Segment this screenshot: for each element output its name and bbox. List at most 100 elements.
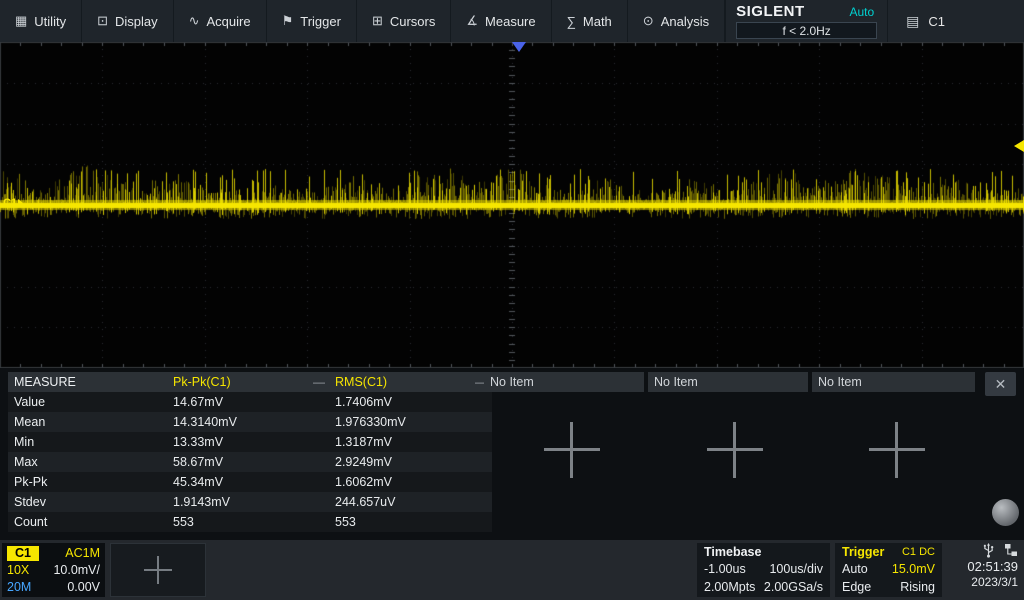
measure-col-rms[interactable]: RMS(C1) — [330,372,492,392]
menu-math[interactable]: ∑ Math [552,0,628,42]
channel-bandwidth: 20M [7,580,31,594]
cursors-icon: ⊞ [372,13,383,29]
active-channel-label: C1 [928,14,945,29]
channel-marker-label: C1 [3,197,17,209]
measure-col-pkpk-label: Pk-Pk(C1) [173,372,231,392]
row-value: 45.34mV [168,472,330,492]
timebase-title: Timebase [704,545,823,559]
menu-measure-label: Measure [485,14,536,29]
measure-row-min: Min 13.33mV 1.3187mV [8,432,492,452]
trigger-title: Trigger [842,545,884,559]
channel-coupling: AC1M [65,546,100,560]
collapse-icon[interactable]: — [313,372,325,392]
bottom-status-bar: C1 AC1M 10X 10.0mV/ 20M 0.00V Timebase -… [0,540,1024,600]
menu-utility[interactable]: ▦ Utility [0,0,82,42]
channel-probe: 10X [7,563,29,577]
channel-marker[interactable]: C1 [3,197,23,209]
active-channel-area[interactable]: ▤ C1 [888,0,1024,42]
measure-slot-empty-3[interactable]: No Item [812,372,975,392]
math-icon: ∑ [567,14,576,29]
menu-cursors[interactable]: ⊞ Cursors [357,0,451,42]
measure-col-pkpk[interactable]: Pk-Pk(C1) — [168,372,330,392]
menu-measure[interactable]: ∡ Measure [451,0,551,42]
add-measurement-button-2[interactable] [707,422,763,478]
menu-trigger-label: Trigger [300,14,341,29]
row-label: Stdev [8,492,168,512]
trigger-source: C1 DC [902,546,935,558]
menu-acquire[interactable]: ∿ Acquire [174,0,267,42]
measure-slot-empty-2[interactable]: No Item [648,372,808,392]
menu-analysis-label: Analysis [661,14,709,29]
close-measure-button[interactable]: ✕ [985,372,1016,396]
acquire-icon: ∿ [189,13,200,29]
row-value: 553 [168,512,330,532]
measure-table-header: MEASURE Pk-Pk(C1) — RMS(C1) — [8,372,492,392]
network-icon [1004,543,1018,557]
row-value: 2.9249mV [330,452,492,472]
trigger-mode: Auto [842,561,868,577]
measure-slot-empty-1[interactable]: No Item [484,372,644,392]
menu-display[interactable]: ⊡ Display [82,0,174,42]
row-label: Value [8,392,168,412]
plus-icon [144,556,172,584]
row-label: Mean [8,412,168,432]
add-channel-button[interactable] [110,543,206,597]
menu-analysis[interactable]: ⊙ Analysis [628,0,725,42]
menu-cursors-label: Cursors [390,14,436,29]
measure-row-count: Count 553 553 [8,512,492,532]
trigger-frequency-readout: f < 2.0Hz [736,22,877,39]
trigger-level-marker[interactable] [1014,140,1024,152]
measure-icon: ∡ [466,13,478,29]
measure-row-value: Value 14.67mV 1.7406mV [8,392,492,412]
waveform-canvas[interactable] [0,42,1024,368]
add-measurement-button-3[interactable] [869,422,925,478]
measure-title: MEASURE [8,372,168,392]
utility-icon: ▦ [15,13,27,29]
top-menu-bar: ▦ Utility ⊡ Display ∿ Acquire ⚑ Trigger … [0,0,1024,42]
clock-date: 2023/3/1 [971,575,1018,589]
close-icon: ✕ [995,376,1007,393]
trigger-status-area: SIGLENT Auto f < 2.0Hz [725,0,888,42]
row-value: 553 [330,512,492,532]
brand-logo: SIGLENT [736,3,805,20]
menu-math-label: Math [583,14,612,29]
trigger-position-marker[interactable] [512,42,526,52]
add-measurement-button-1[interactable] [544,422,600,478]
waveform-display[interactable] [0,42,1024,368]
row-value: 14.67mV [168,392,330,412]
row-value: 1.976330mV [330,412,492,432]
measure-row-pkpk: Pk-Pk 45.34mV 1.6062mV [8,472,492,492]
usb-icon [982,543,995,558]
system-status-area: 02:51:39 2023/3/1 [944,542,1020,589]
display-icon: ⊡ [97,13,108,29]
row-label: Max [8,452,168,472]
channel-1-tag[interactable]: C1 [7,546,39,561]
acquisition-status: Auto [846,5,877,19]
timebase-descriptor[interactable]: Timebase -1.00us 100us/div 2.00Mpts 2.00… [697,543,830,597]
row-value: 13.33mV [168,432,330,452]
measure-col-rms-label: RMS(C1) [335,372,387,392]
menu-trigger[interactable]: ⚑ Trigger [267,0,357,42]
timebase-points: 2.00Mpts [704,579,755,595]
trigger-descriptor[interactable]: Trigger C1 DC Auto 15.0mV Edge Rising [835,543,942,597]
measure-table: MEASURE Pk-Pk(C1) — RMS(C1) — Value 14.6… [8,372,492,532]
row-value: 14.3140mV [168,412,330,432]
measure-row-stdev: Stdev 1.9143mV 244.657uV [8,492,492,512]
channel-offset: 0.00V [67,580,100,594]
row-value: 1.6062mV [330,472,492,492]
row-value: 58.67mV [168,452,330,472]
channel-scale: 10.0mV/ [53,563,100,577]
row-label: Count [8,512,168,532]
list-icon: ▤ [906,13,919,30]
channel-1-descriptor[interactable]: C1 AC1M 10X 10.0mV/ 20M 0.00V [2,543,105,597]
channel-marker-arrow-icon [18,199,23,207]
menu-utility-label: Utility [34,14,66,29]
row-label: Pk-Pk [8,472,168,492]
trigger-level: 15.0mV [892,561,935,577]
row-value: 1.7406mV [330,392,492,412]
trigger-slope: Rising [900,579,935,595]
gesture-indicator[interactable] [992,499,1019,526]
measure-panel: MEASURE Pk-Pk(C1) — RMS(C1) — Value 14.6… [0,368,1024,540]
row-value: 1.3187mV [330,432,492,452]
timebase-samplerate: 2.00GSa/s [764,579,823,595]
